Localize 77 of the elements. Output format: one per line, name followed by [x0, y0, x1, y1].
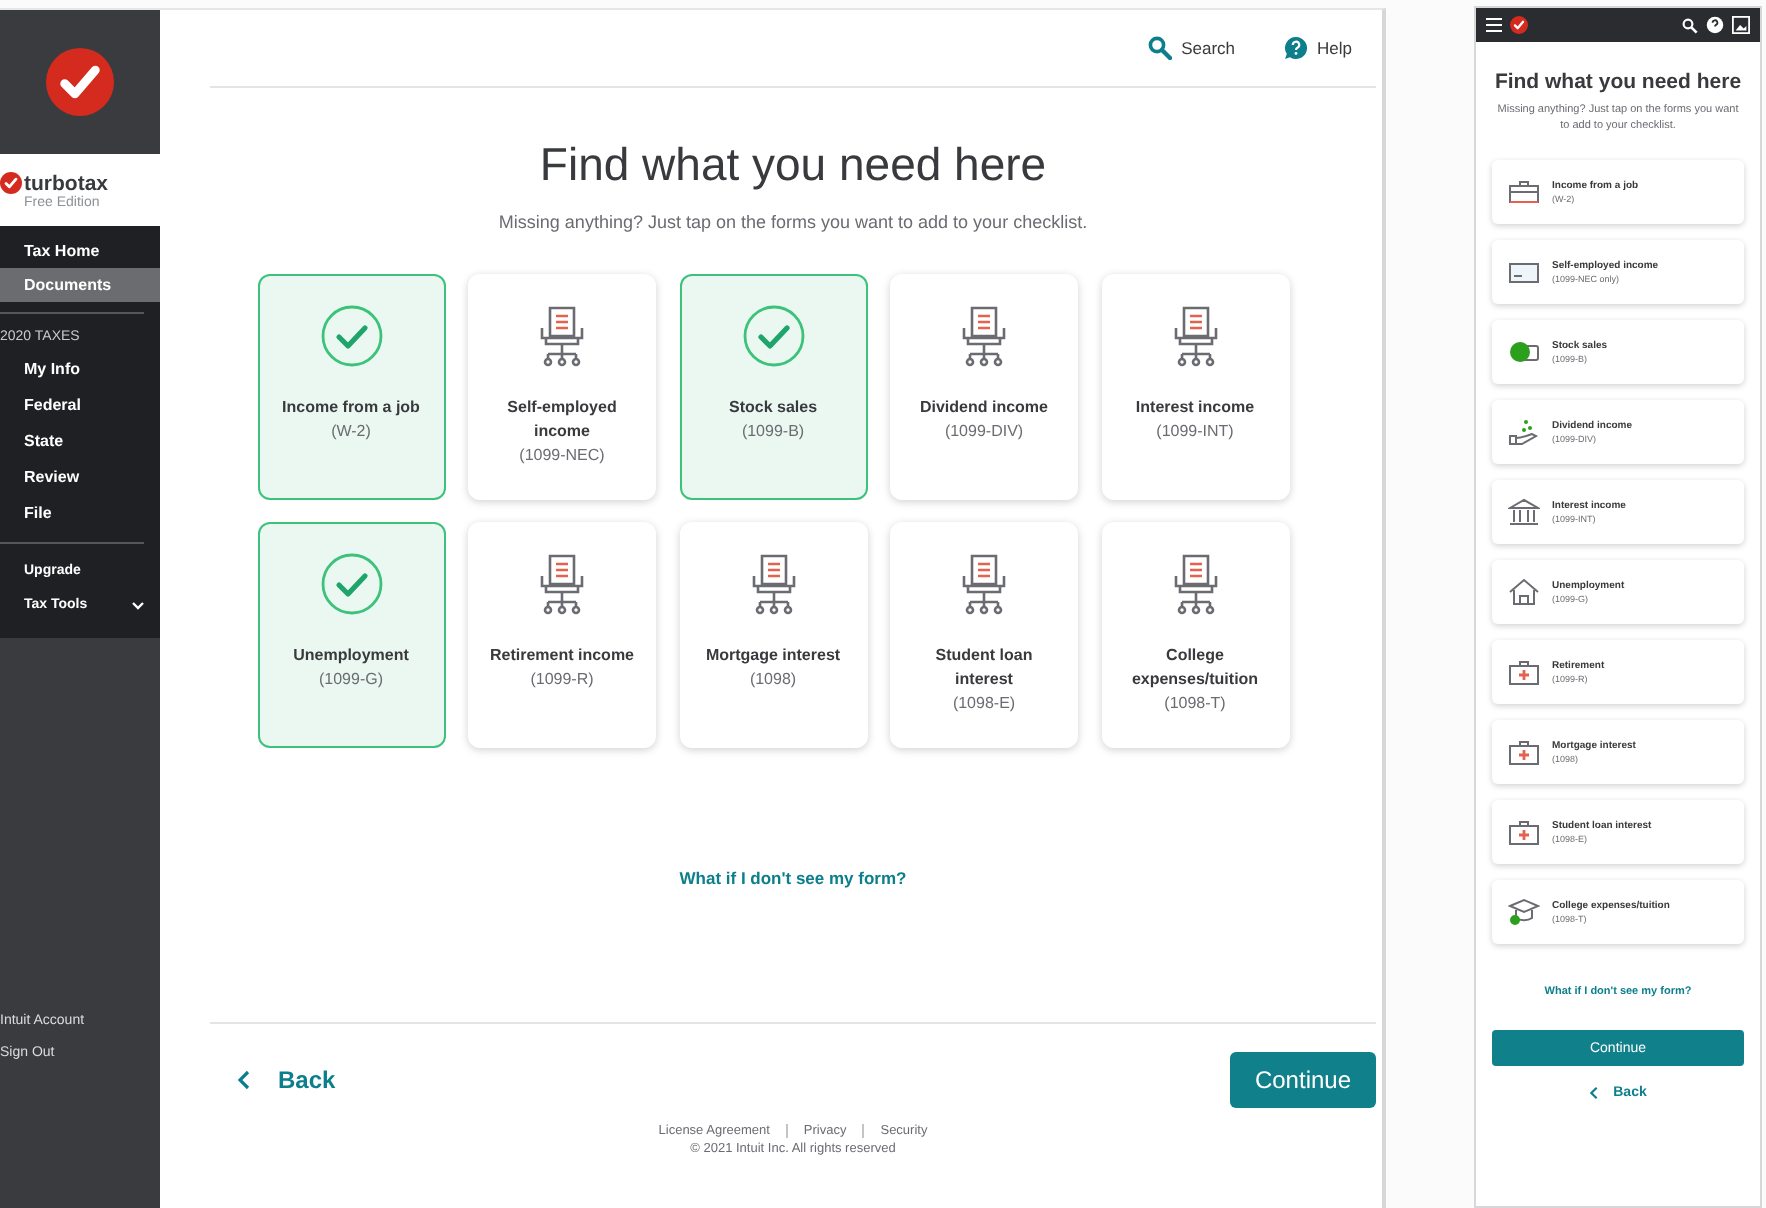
- search-icon: [1147, 36, 1172, 60]
- form-card[interactable]: Income from a job (W-2): [257, 274, 445, 500]
- help-icon[interactable]: [1706, 16, 1724, 34]
- form-card[interactable]: Mortgage interest (1098): [679, 522, 867, 748]
- continue-button[interactable]: Continue: [1230, 1052, 1376, 1108]
- form-label: Unemployment: [293, 644, 409, 668]
- chair-icon: [536, 304, 588, 368]
- form-label: Interest income: [1135, 396, 1255, 420]
- check-circle-icon: [319, 552, 383, 616]
- medkit-icon: [1508, 819, 1540, 845]
- form-code: (1099-R): [530, 668, 594, 692]
- house-icon: [1508, 578, 1540, 606]
- form-label: Mortgage interest: [705, 644, 841, 668]
- sidebar-item[interactable]: Documents: [0, 268, 160, 302]
- bank-icon: [1508, 498, 1540, 526]
- sidebar-item[interactable]: Federal: [0, 388, 160, 424]
- logo-icon: [46, 48, 114, 116]
- medkit-icon: [1508, 659, 1540, 685]
- chair-icon: [747, 552, 799, 616]
- form-card[interactable]: Retirement income (1099-R): [468, 522, 656, 748]
- search-link[interactable]: Search: [1147, 36, 1236, 60]
- chevron-left-icon: [238, 1070, 250, 1090]
- sidebar-item[interactable]: File: [0, 496, 160, 532]
- search-icon[interactable]: [1682, 17, 1698, 33]
- chair-icon: [958, 304, 1010, 368]
- form-label: Dividend income: [919, 396, 1048, 420]
- picture-icon[interactable]: [1732, 16, 1750, 34]
- form-code: (1099-B): [741, 420, 805, 444]
- form-card[interactable]: Dividend income (1099-DIV): [890, 274, 1078, 500]
- card-icon: [1508, 260, 1540, 284]
- menu-icon[interactable]: [1486, 18, 1502, 32]
- chevron-down-icon: [132, 601, 144, 609]
- sidebar-item[interactable]: Tax Home: [0, 234, 160, 268]
- form-code: (1098): [749, 668, 797, 692]
- form-label: Retirement income: [489, 644, 635, 668]
- help-link[interactable]: What if I don't see my form?: [679, 868, 907, 888]
- form-card[interactable]: Student loan interest (1098-E): [890, 522, 1078, 748]
- form-card[interactable]: Interest income (1099-INT): [1101, 274, 1289, 500]
- page-subtitle: Missing anything? Just tap on the forms you want to add to your checklist.: [496, 212, 1090, 232]
- sidebar-item[interactable]: My Info: [0, 352, 160, 388]
- logo-icon: [1510, 16, 1528, 34]
- brand-name: turbotax: [24, 171, 108, 195]
- sidebar-item[interactable]: Review: [0, 460, 160, 496]
- check-circle-icon: [319, 304, 383, 368]
- chair-icon: [536, 552, 588, 616]
- form-code: (1099-NEC): [519, 444, 605, 468]
- coin-icon: [1508, 340, 1540, 364]
- back-button[interactable]: Back: [238, 1066, 336, 1094]
- chair-icon: [958, 552, 1010, 616]
- help-link[interactable]: Help: [1283, 36, 1352, 60]
- form-label: College expenses/tuition: [1129, 644, 1261, 692]
- form-code: (W-2): [331, 420, 371, 444]
- chair-icon: [1169, 304, 1221, 368]
- form-code: (1098-T): [1164, 692, 1226, 716]
- form-code: (1099-DIV): [944, 420, 1024, 444]
- form-card[interactable]: College expenses/tuition (1098-T): [1101, 522, 1289, 748]
- form-label: Stock sales: [728, 396, 818, 420]
- form-label: Student loan interest: [933, 644, 1035, 692]
- page-title: Find what you need here: [1492, 70, 1744, 94]
- chevron-left-icon: [1589, 1086, 1598, 1100]
- form-label: Self-employed income: [505, 396, 619, 444]
- form-card[interactable]: Stock sales (1099-B): [679, 274, 867, 500]
- form-label: Income from a job: [282, 396, 420, 420]
- briefcase-icon: [1508, 180, 1540, 204]
- medkit-icon: [1508, 739, 1540, 765]
- form-code: (1098-E): [952, 692, 1016, 716]
- form-card[interactable]: Unemployment (1099-G): [257, 522, 445, 748]
- check-circle-icon: [741, 304, 805, 368]
- form-code: (1099-G): [318, 668, 383, 692]
- form-card[interactable]: Self-employed income (1099-NEC): [468, 274, 656, 500]
- form-code: (1099-INT): [1156, 420, 1234, 444]
- page-title: Find what you need here: [537, 138, 1049, 192]
- help-icon: [1283, 36, 1308, 60]
- hand-icon: [1508, 418, 1540, 446]
- chair-icon: [1169, 552, 1221, 616]
- sidebar-item[interactable]: State: [0, 424, 160, 460]
- graduation-cap-icon: [1508, 898, 1540, 926]
